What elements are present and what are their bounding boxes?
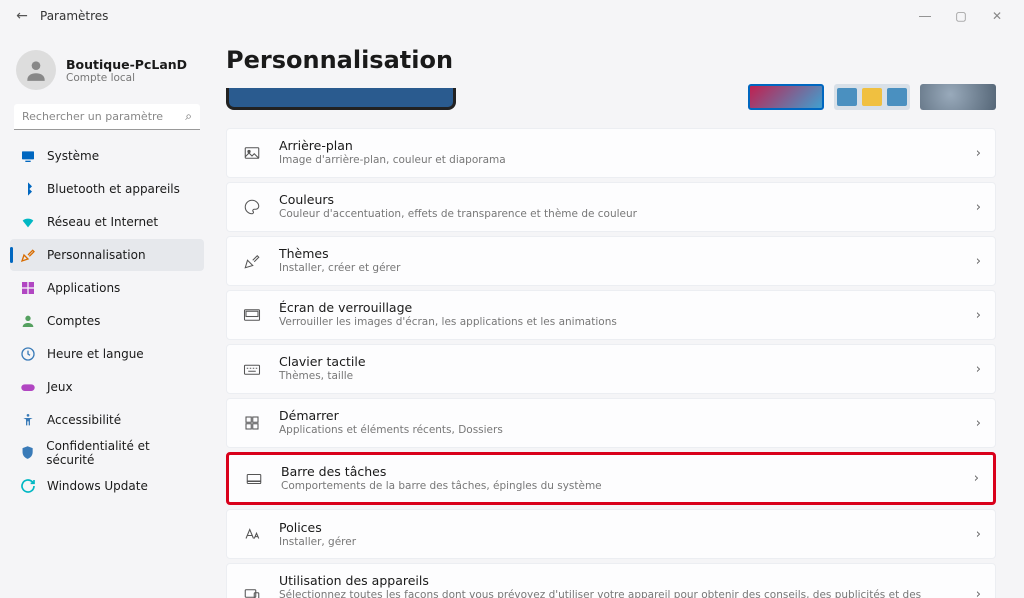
- priv-icon: [20, 445, 35, 461]
- maximize-button[interactable]: ▢: [952, 9, 970, 23]
- row-taskbar[interactable]: Barre des tâchesComportements de la barr…: [226, 452, 996, 505]
- row-themes[interactable]: ThèmesInstaller, créer et gérer ›: [226, 236, 996, 286]
- chevron-right-icon: ›: [976, 146, 981, 161]
- sidebar-item-games[interactable]: Jeux: [10, 371, 204, 403]
- taskbar-icon: [243, 468, 265, 490]
- chevron-right-icon: ›: [976, 587, 981, 598]
- lock-icon: [241, 304, 263, 326]
- row-sub: Installer, créer et gérer: [279, 261, 960, 275]
- row-devices[interactable]: Utilisation des appareilsSélectionnez to…: [226, 563, 996, 598]
- back-button[interactable]: ←: [8, 2, 36, 30]
- row-colors[interactable]: CouleursCouleur d'accentuation, effets d…: [226, 182, 996, 232]
- start-icon: [241, 412, 263, 434]
- row-lock[interactable]: Écran de verrouillageVerrouiller les ima…: [226, 290, 996, 340]
- row-touchkb[interactable]: Clavier tactileThèmes, taille ›: [226, 344, 996, 394]
- sidebar-item-apps[interactable]: Applications: [10, 272, 204, 304]
- sidebar-item-label: Jeux: [47, 380, 73, 394]
- row-sub: Thèmes, taille: [279, 369, 960, 383]
- row-sub: Installer, gérer: [279, 535, 960, 549]
- sidebar-item-label: Personnalisation: [47, 248, 146, 262]
- bt-icon: [20, 181, 36, 197]
- user-block[interactable]: Boutique-PcLanD Compte local: [10, 40, 204, 104]
- bg-icon: [241, 142, 263, 164]
- sidebar-item-priv[interactable]: Confidentialité et sécurité: [10, 437, 204, 469]
- access-icon: [20, 412, 36, 428]
- perso-icon: [20, 247, 36, 263]
- games-icon: [20, 379, 36, 395]
- close-button[interactable]: ✕: [988, 9, 1006, 23]
- time-icon: [20, 346, 36, 362]
- sidebar-item-access[interactable]: Accessibilité: [10, 404, 204, 436]
- sidebar-item-perso[interactable]: Personnalisation: [10, 239, 204, 271]
- row-fonts[interactable]: PolicesInstaller, gérer ›: [226, 509, 996, 559]
- row-sub: Image d'arrière-plan, couleur et diapora…: [279, 153, 960, 167]
- sidebar-item-label: Applications: [47, 281, 120, 295]
- row-title: Clavier tactile: [279, 354, 960, 369]
- colors-icon: [241, 196, 263, 218]
- theme-thumb-2[interactable]: [834, 84, 910, 110]
- chevron-right-icon: ›: [976, 308, 981, 323]
- wu-icon: [20, 478, 36, 494]
- chevron-right-icon: ›: [976, 362, 981, 377]
- sidebar-item-system[interactable]: Système: [10, 140, 204, 172]
- apps-icon: [20, 280, 36, 296]
- sidebar-item-wu[interactable]: Windows Update: [10, 470, 204, 502]
- row-title: Polices: [279, 520, 960, 535]
- chevron-right-icon: ›: [974, 471, 979, 486]
- sidebar-item-label: Windows Update: [47, 479, 148, 493]
- app-title: Paramètres: [40, 9, 916, 23]
- row-title: Arrière-plan: [279, 138, 960, 153]
- chevron-right-icon: ›: [976, 527, 981, 542]
- avatar: [16, 50, 56, 90]
- sidebar-item-label: Réseau et Internet: [47, 215, 158, 229]
- sidebar-item-label: Comptes: [47, 314, 100, 328]
- devices-icon: [241, 584, 263, 598]
- row-title: Thèmes: [279, 246, 960, 261]
- sidebar-item-net[interactable]: Réseau et Internet: [10, 206, 204, 238]
- row-title: Écran de verrouillage: [279, 300, 960, 315]
- user-name: Boutique-PcLanD: [66, 57, 187, 72]
- sidebar-item-label: Accessibilité: [47, 413, 121, 427]
- page-title: Personnalisation: [226, 46, 996, 74]
- chevron-right-icon: ›: [976, 254, 981, 269]
- sidebar-item-label: Heure et langue: [47, 347, 144, 361]
- row-title: Barre des tâches: [281, 464, 958, 479]
- accounts-icon: [20, 313, 36, 329]
- chevron-right-icon: ›: [976, 416, 981, 431]
- fonts-icon: [241, 523, 263, 545]
- row-sub: Comportements de la barre des tâches, ép…: [281, 479, 958, 493]
- sidebar-item-label: Bluetooth et appareils: [47, 182, 180, 196]
- sidebar-item-label: Système: [47, 149, 99, 163]
- sidebar-item-label: Confidentialité et sécurité: [46, 439, 194, 467]
- row-sub: Sélectionnez toutes les façons dont vous…: [279, 588, 960, 598]
- row-title: Couleurs: [279, 192, 960, 207]
- minimize-button[interactable]: ―: [916, 9, 934, 23]
- search-icon: ⌕: [185, 109, 192, 124]
- sidebar-item-bt[interactable]: Bluetooth et appareils: [10, 173, 204, 205]
- net-icon: [20, 214, 36, 230]
- theme-preview-current[interactable]: [226, 88, 456, 110]
- sidebar-item-accounts[interactable]: Comptes: [10, 305, 204, 337]
- row-title: Utilisation des appareils: [279, 573, 960, 588]
- row-sub: Verrouiller les images d'écran, les appl…: [279, 315, 960, 329]
- row-title: Démarrer: [279, 408, 960, 423]
- row-start[interactable]: DémarrerApplications et éléments récents…: [226, 398, 996, 448]
- row-sub: Couleur d'accentuation, effets de transp…: [279, 207, 960, 221]
- row-sub: Applications et éléments récents, Dossie…: [279, 423, 960, 437]
- theme-thumbnails: [226, 84, 996, 110]
- touchkb-icon: [241, 358, 263, 380]
- user-sub: Compte local: [66, 72, 187, 84]
- themes-icon: [241, 250, 263, 272]
- row-bg[interactable]: Arrière-planImage d'arrière-plan, couleu…: [226, 128, 996, 178]
- system-icon: [20, 148, 36, 164]
- sidebar-item-time[interactable]: Heure et langue: [10, 338, 204, 370]
- theme-thumb-3[interactable]: [920, 84, 996, 110]
- chevron-right-icon: ›: [976, 200, 981, 215]
- theme-thumb-1[interactable]: [748, 84, 824, 110]
- search-input[interactable]: [14, 104, 200, 130]
